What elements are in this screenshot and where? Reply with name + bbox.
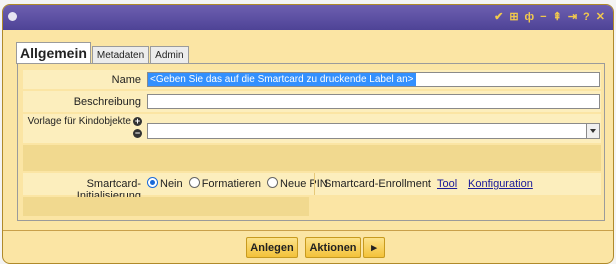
actions-button[interactable]: Aktionen bbox=[305, 237, 361, 258]
tab-metadaten[interactable]: Metadaten bbox=[91, 46, 150, 64]
radio-nein-icon bbox=[147, 177, 158, 188]
remove-circle-icon[interactable]: − bbox=[133, 129, 142, 138]
form-panel: Name <Geben Sie das auf die Smartcard zu… bbox=[17, 63, 605, 221]
radio-formatieren-label: Formatieren bbox=[201, 178, 261, 190]
beschreibung-row: Beschreibung bbox=[23, 91, 601, 112]
name-row: Name <Geben Sie das auf die Smartcard zu… bbox=[23, 70, 601, 89]
vorlage-label: Vorlage für Kindobjekte bbox=[27, 116, 131, 127]
radio-nein-label: Nein bbox=[160, 178, 183, 190]
enroll-label: Smartcard-Enrollment bbox=[324, 178, 431, 190]
smartcard-row: Smartcard-Initialisierung Nein Formatier… bbox=[23, 173, 601, 202]
radio-nein[interactable]: Nein bbox=[147, 177, 183, 190]
tab-allgemein[interactable]: Allgemein bbox=[16, 42, 91, 64]
help-icon[interactable]: ? bbox=[583, 10, 590, 24]
dialog-window: ✔ ⊞ ф − ⇞ ⇥ ? ✕ Allgemein Metadaten Admi… bbox=[2, 4, 614, 264]
tab-admin[interactable]: Admin bbox=[150, 46, 189, 64]
init-radio-group: Nein Formatieren Neue PIN bbox=[147, 177, 328, 190]
window-menu-icon[interactable] bbox=[8, 12, 17, 21]
vorlage-select[interactable] bbox=[147, 123, 600, 139]
grid-icon[interactable]: ⊞ bbox=[509, 10, 518, 24]
spacer-row bbox=[23, 145, 601, 171]
check-icon[interactable]: ✔ bbox=[494, 10, 503, 24]
arrow-right-icon[interactable]: ⇥ bbox=[568, 10, 577, 24]
title-bar: ✔ ⊞ ф − ⇞ ⇥ ? ✕ bbox=[3, 5, 613, 30]
radio-neue-pin-icon bbox=[267, 177, 279, 188]
enroll-tool-link[interactable]: Tool bbox=[437, 178, 457, 190]
pin-icon[interactable]: ф bbox=[525, 10, 535, 24]
beschreibung-field[interactable] bbox=[147, 94, 600, 109]
minus-icon[interactable]: − bbox=[540, 10, 546, 24]
create-button[interactable]: Anlegen bbox=[246, 237, 298, 258]
title-bar-icons: ✔ ⊞ ф − ⇞ ⇥ ? ✕ bbox=[494, 10, 605, 24]
name-field[interactable]: <Geben Sie das auf die Smartcard zu druc… bbox=[147, 72, 600, 87]
arrow-up-icon[interactable]: ⇞ bbox=[553, 10, 562, 24]
tab-bar: Allgemein Metadaten Admin bbox=[16, 42, 190, 64]
radio-formatieren[interactable]: Formatieren bbox=[188, 177, 261, 190]
bottom-left-row bbox=[23, 197, 309, 216]
enroll-config-link[interactable]: Konfiguration bbox=[468, 178, 533, 190]
chevron-down-icon[interactable] bbox=[586, 124, 599, 138]
footer-divider bbox=[3, 230, 613, 231]
add-circle-icon[interactable]: + bbox=[133, 117, 142, 126]
vorlage-row: Vorlage für Kindobjekte + − bbox=[23, 114, 601, 143]
actions-dropdown-button[interactable]: ▸ bbox=[363, 237, 385, 258]
caret-right-icon: ▸ bbox=[371, 242, 377, 254]
beschreibung-label: Beschreibung bbox=[73, 96, 141, 108]
radio-formatieren-icon bbox=[188, 177, 200, 188]
close-icon[interactable]: ✕ bbox=[596, 10, 605, 24]
name-field-value: <Geben Sie das auf die Smartcard zu druc… bbox=[148, 73, 416, 86]
name-label: Name bbox=[111, 74, 141, 86]
